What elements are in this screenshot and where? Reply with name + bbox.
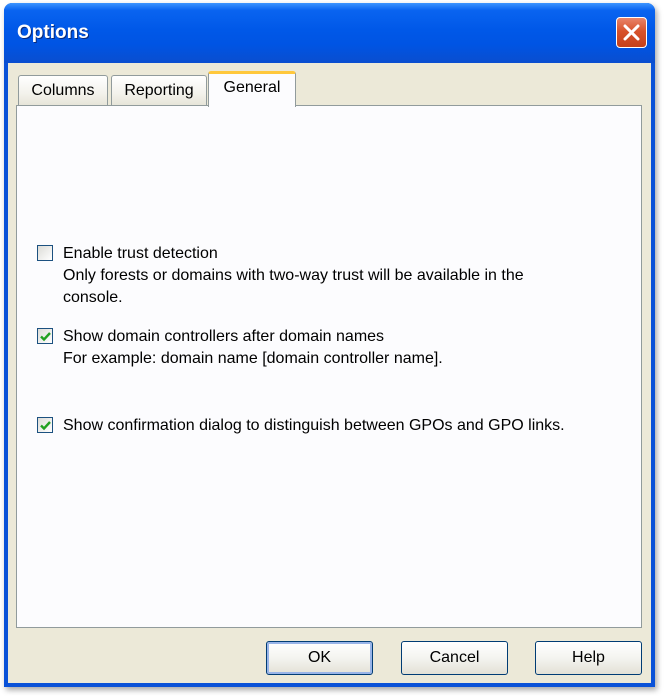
confirmation-dialog-checkbox[interactable]	[37, 417, 53, 433]
tab-reporting-label: Reporting	[124, 82, 194, 99]
trust-detection-checkbox[interactable]	[37, 245, 53, 261]
ok-button-label: OK	[307, 649, 332, 666]
dialog-client-area: Columns Reporting General Enable trust d…	[8, 63, 651, 683]
close-button[interactable]	[616, 17, 647, 48]
cancel-button[interactable]: Cancel	[401, 641, 508, 675]
confirmation-dialog-label: Show confirmation dialog to distinguish …	[63, 417, 565, 434]
tab-reporting[interactable]: Reporting	[111, 75, 207, 105]
trust-detection-description-cont: console.	[63, 289, 123, 306]
checkmark-icon	[40, 332, 51, 342]
trust-detection-description: Only forests or domains with two-way tru…	[63, 267, 524, 284]
domain-controllers-description: For example: domain name [domain control…	[63, 350, 443, 367]
domain-controllers-checkbox[interactable]	[37, 328, 53, 344]
general-tab-panel: Enable trust detection Only forests or d…	[16, 105, 642, 628]
tab-columns-label: Columns	[31, 82, 95, 99]
help-button-label: Help	[572, 649, 605, 666]
close-icon	[623, 24, 640, 41]
checkmark-icon	[40, 421, 51, 431]
help-button[interactable]: Help	[535, 641, 642, 675]
trust-detection-label: Enable trust detection	[63, 245, 218, 262]
domain-controllers-label: Show domain controllers after domain nam…	[63, 328, 385, 345]
tab-general-label: General	[223, 79, 281, 96]
cancel-button-label: Cancel	[429, 649, 480, 666]
dialog-title: Options	[17, 22, 89, 43]
title-bar[interactable]: Options	[4, 3, 655, 63]
tab-general[interactable]: General	[208, 71, 296, 107]
options-dialog: Options Columns Reporting General Enable…	[4, 3, 655, 687]
tab-columns[interactable]: Columns	[18, 75, 108, 105]
ok-button[interactable]: OK	[266, 641, 373, 675]
